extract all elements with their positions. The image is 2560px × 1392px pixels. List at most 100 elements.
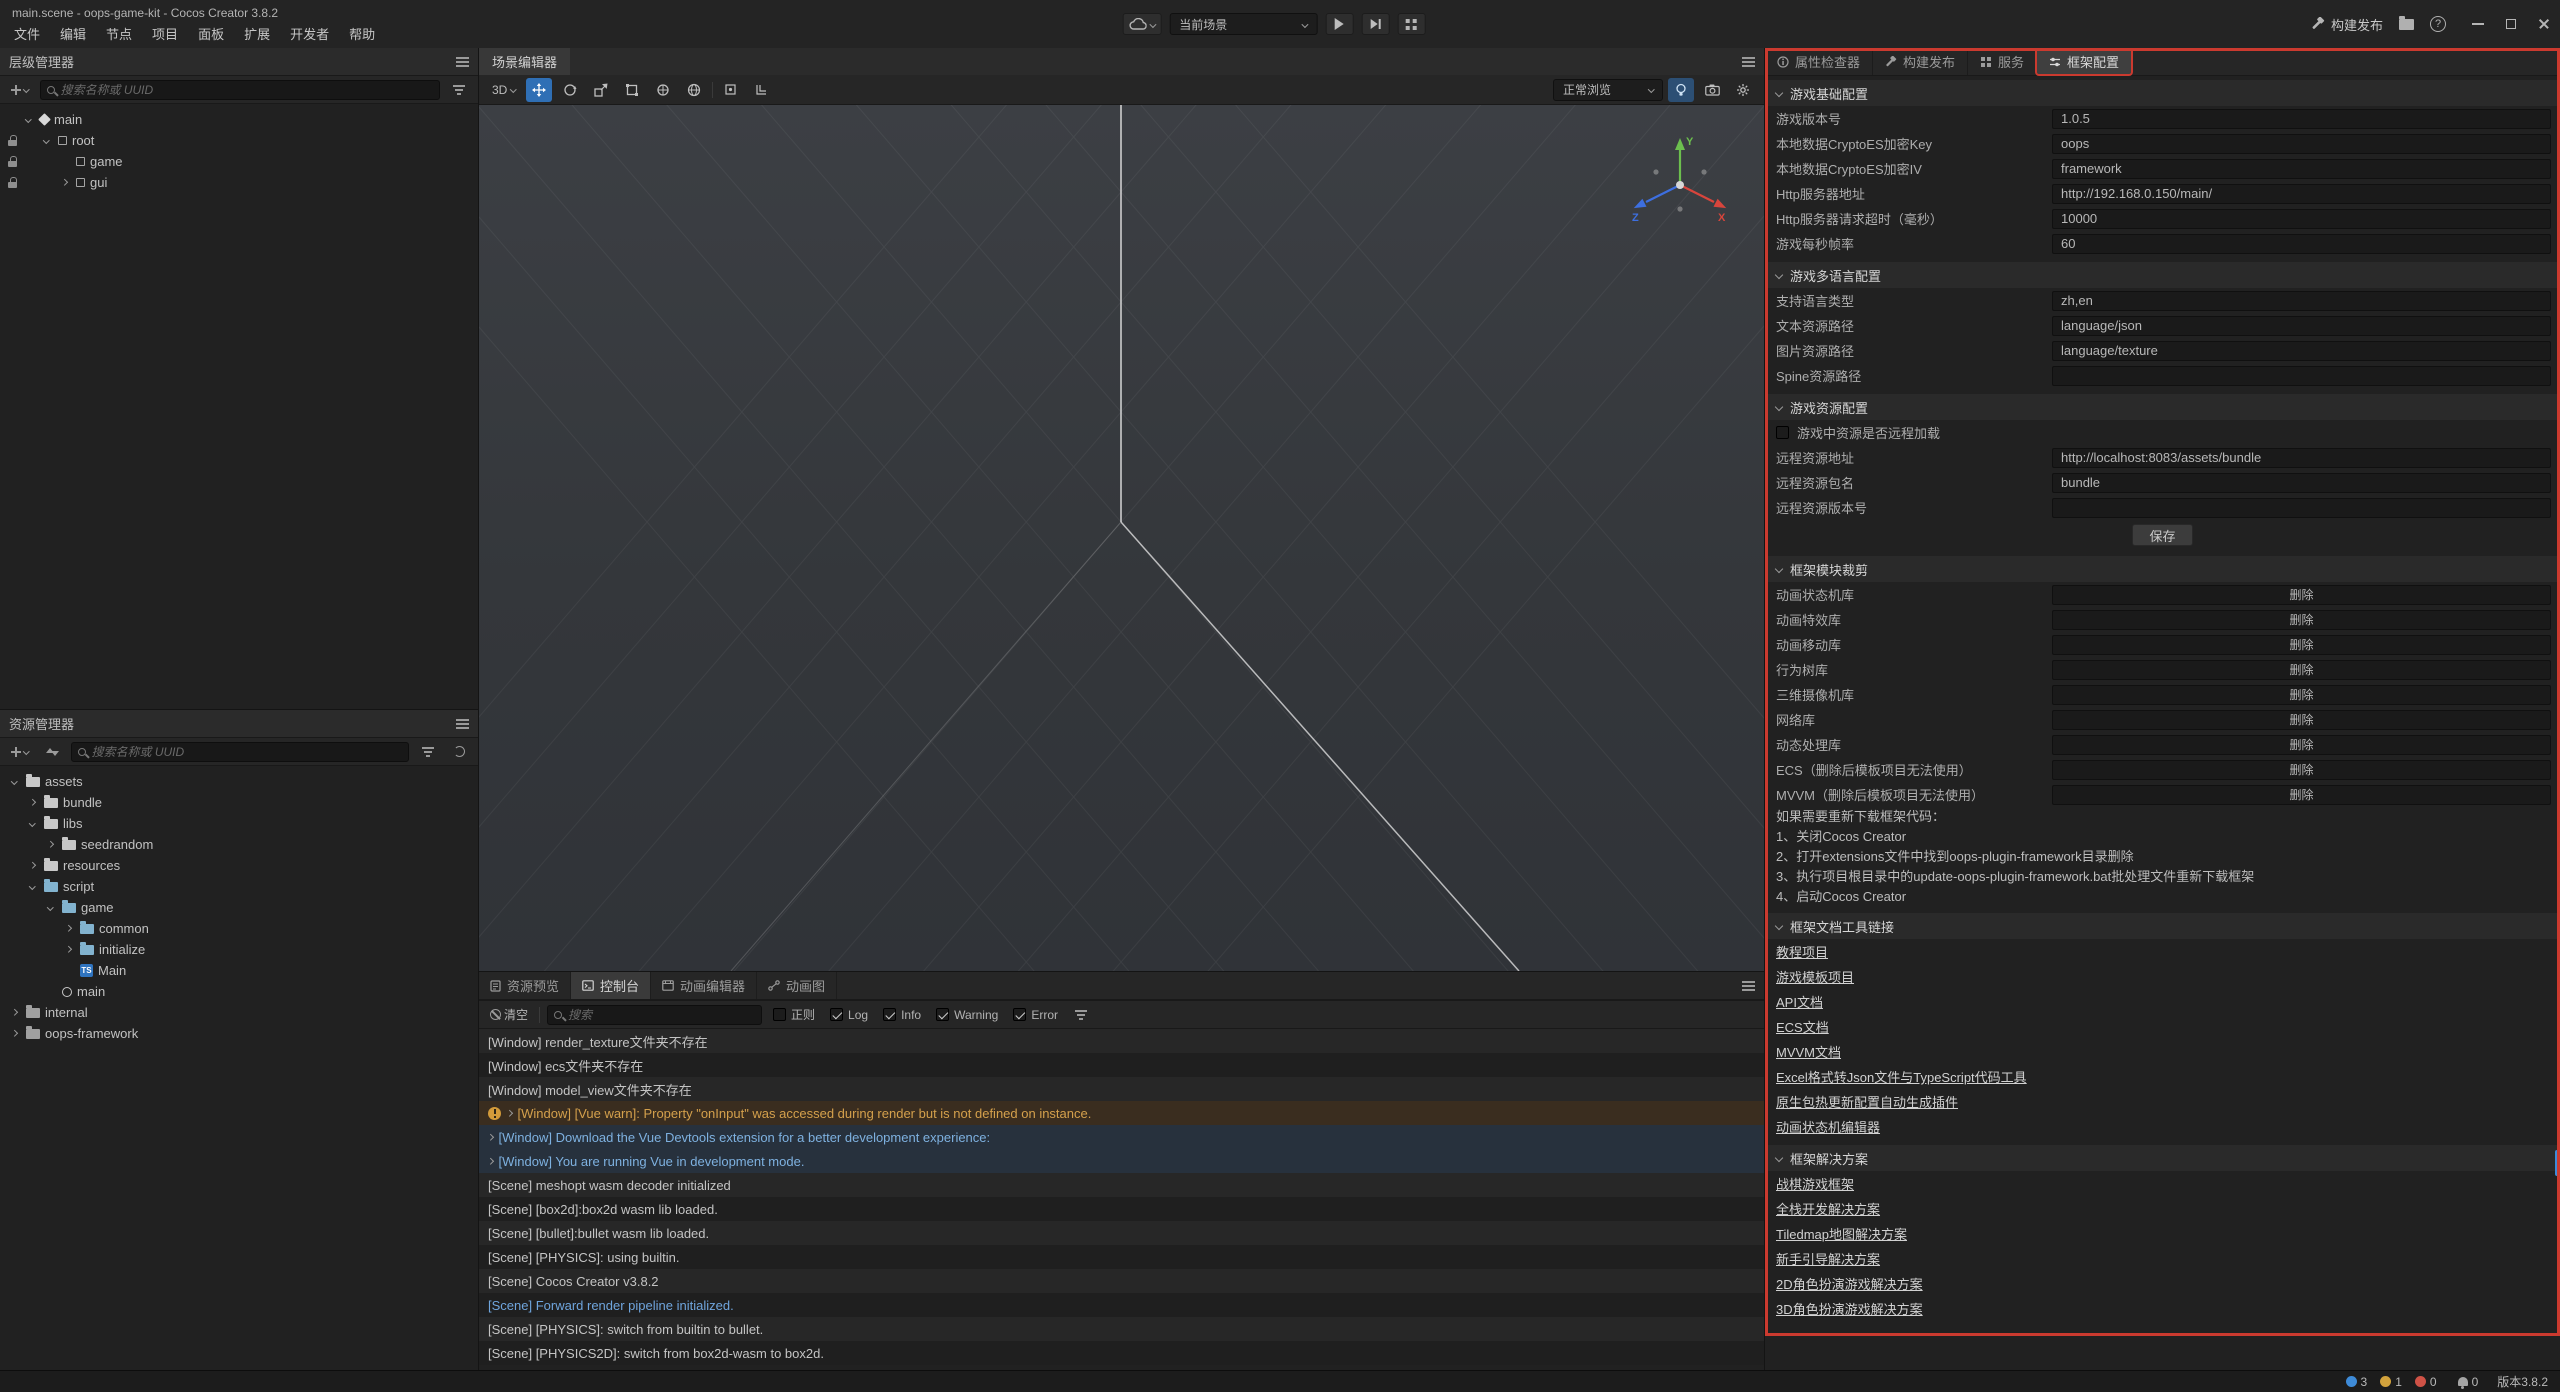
asset-folder-oops-framework[interactable]: oops-framework — [0, 1023, 478, 1044]
asset-folder-script[interactable]: script — [0, 876, 478, 897]
asset-folder-seedrandom[interactable]: seedrandom — [0, 834, 478, 855]
preview-target-button[interactable] — [1123, 13, 1162, 35]
asset-file-main-scene[interactable]: main — [0, 981, 478, 1002]
log-row[interactable]: [Scene] [PHYSICS]: switch from builtin t… — [479, 1317, 1764, 1341]
scene-settings-button[interactable] — [1730, 78, 1756, 102]
tab-asset-preview[interactable]: 资源预览 — [479, 972, 571, 999]
hierarchy-node-gui[interactable]: gui — [0, 172, 478, 193]
doc-link-api[interactable]: API文档 — [1776, 992, 1823, 1011]
delete-module-button[interactable]: 删除 — [2052, 585, 2551, 605]
solution-link-fullstack[interactable]: 全栈开发解决方案 — [1776, 1199, 1880, 1218]
scene-viewport[interactable]: Y X Z — [479, 105, 1764, 971]
lang-json-path-input[interactable] — [2052, 316, 2551, 336]
delete-module-button[interactable]: 删除 — [2052, 660, 2551, 680]
hierarchy-search-input[interactable] — [61, 83, 434, 97]
remote-url-input[interactable] — [2052, 448, 2551, 468]
menu-node[interactable]: 节点 — [96, 20, 142, 47]
status-error-count[interactable]: 0 — [2415, 1375, 2437, 1389]
asset-folder-bundle[interactable]: bundle — [0, 792, 478, 813]
collapsed-caret-icon[interactable] — [47, 841, 53, 847]
assets-filter-button[interactable] — [416, 741, 440, 762]
section-i18n[interactable]: 游戏多语言配置 — [1765, 262, 2560, 288]
delete-module-button[interactable]: 删除 — [2052, 760, 2551, 780]
lock-icon[interactable] — [8, 156, 17, 167]
log-row[interactable]: [Window] render_texture文件夹不存在 — [479, 1029, 1764, 1053]
filter-error-checkbox[interactable]: Error — [1009, 1008, 1062, 1022]
collapsed-caret-icon[interactable] — [11, 1009, 17, 1015]
hierarchy-node-game[interactable]: game — [0, 151, 478, 172]
section-resources[interactable]: 游戏资源配置 — [1765, 394, 2560, 420]
log-row[interactable]: [Scene] [PHYSICS]: using builtin. — [479, 1245, 1764, 1269]
log-row[interactable]: [Scene] [box2d]:box2d wasm lib loaded. — [479, 1197, 1764, 1221]
collapsed-caret-icon[interactable] — [65, 946, 71, 952]
expand-caret-icon[interactable] — [47, 904, 53, 910]
doc-link-mvvm[interactable]: MVVM文档 — [1776, 1042, 1841, 1061]
snap-toggle-button[interactable] — [749, 78, 775, 102]
lock-icon[interactable] — [8, 135, 17, 146]
collapsed-caret-icon[interactable] — [29, 862, 35, 868]
doc-link-animator-editor[interactable]: 动画状态机编辑器 — [1776, 1117, 1880, 1136]
expand-caret-icon[interactable] — [487, 1158, 493, 1164]
http-timeout-input[interactable] — [2052, 209, 2551, 229]
transform-gizmo-button[interactable] — [650, 78, 676, 102]
spine-path-input[interactable] — [2052, 366, 2551, 386]
asset-folder-assets[interactable]: assets — [0, 771, 478, 792]
status-warning-count[interactable]: 1 — [2380, 1375, 2402, 1389]
lock-icon[interactable] — [8, 177, 17, 188]
log-row[interactable]: [Scene] [bullet]:bullet wasm lib loaded. — [479, 1221, 1764, 1245]
delete-module-button[interactable]: 删除 — [2052, 610, 2551, 630]
asset-folder-initialize[interactable]: initialize — [0, 939, 478, 960]
status-notifications[interactable]: 0 — [2458, 1375, 2479, 1389]
assets-search-input[interactable] — [92, 745, 403, 759]
remote-bundle-input[interactable] — [2052, 473, 2551, 493]
asset-folder-common[interactable]: common — [0, 918, 478, 939]
filter-log-checkbox[interactable]: Log — [826, 1008, 872, 1022]
section-game-basic[interactable]: 游戏基础配置 — [1765, 80, 2560, 106]
panel-menu-icon[interactable] — [456, 57, 469, 67]
collapsed-caret-icon[interactable] — [29, 799, 35, 805]
tab-framework-config[interactable]: 框架配置 — [2037, 48, 2132, 75]
panel-menu-icon[interactable] — [456, 719, 469, 729]
maximize-button[interactable] — [2506, 19, 2516, 29]
scene-light-toggle[interactable] — [1668, 78, 1694, 102]
build-publish-button[interactable]: 构建发布 — [2311, 15, 2383, 34]
move-tool-button[interactable] — [526, 78, 552, 102]
asset-folder-libs[interactable]: libs — [0, 813, 478, 834]
console-search[interactable] — [547, 1005, 762, 1025]
hierarchy-node-root[interactable]: root — [0, 130, 478, 151]
doc-link-tutorial[interactable]: 教程项目 — [1776, 942, 1828, 961]
lang-texture-path-input[interactable] — [2052, 341, 2551, 361]
expand-caret-icon[interactable] — [29, 820, 35, 826]
solution-link-2drpg[interactable]: 2D角色扮演游戏解决方案 — [1776, 1274, 1923, 1293]
expand-caret-icon[interactable] — [43, 137, 49, 143]
menu-help[interactable]: 帮助 — [339, 20, 385, 47]
panel-menu-icon[interactable] — [1742, 57, 1755, 67]
hierarchy-node-main[interactable]: main — [0, 109, 478, 130]
http-server-input[interactable] — [2052, 184, 2551, 204]
scale-tool-button[interactable] — [588, 78, 614, 102]
coordinate-space-button[interactable] — [681, 78, 707, 102]
game-version-input[interactable] — [2052, 109, 2551, 129]
pivot-toggle-button[interactable] — [718, 78, 744, 102]
solution-link-wargame[interactable]: 战棋游戏框架 — [1776, 1174, 1854, 1193]
tab-property-inspector[interactable]: 属性检查器 — [1765, 48, 1873, 75]
filter-info-checkbox[interactable]: Info — [879, 1008, 925, 1022]
section-modules[interactable]: 框架模块裁剪 — [1765, 556, 2560, 582]
fps-input[interactable] — [2052, 234, 2551, 254]
menu-edit[interactable]: 编辑 — [50, 20, 96, 47]
section-docs[interactable]: 框架文档工具链接 — [1765, 913, 2560, 939]
crypto-iv-input[interactable] — [2052, 159, 2551, 179]
minimize-button[interactable] — [2472, 23, 2484, 25]
delete-module-button[interactable]: 删除 — [2052, 735, 2551, 755]
delete-module-button[interactable]: 删除 — [2052, 710, 2551, 730]
delete-module-button[interactable]: 删除 — [2052, 685, 2551, 705]
rect-tool-button[interactable] — [619, 78, 645, 102]
create-asset-button[interactable] — [7, 741, 33, 762]
doc-link-ecs[interactable]: ECS文档 — [1776, 1017, 1829, 1036]
menu-panel[interactable]: 面板 — [188, 20, 234, 47]
status-info-count[interactable]: 3 — [2346, 1375, 2368, 1389]
close-button[interactable] — [2538, 18, 2550, 30]
menu-file[interactable]: 文件 — [4, 20, 50, 47]
refresh-assets-button[interactable] — [447, 741, 471, 762]
hierarchy-search[interactable] — [40, 80, 441, 100]
